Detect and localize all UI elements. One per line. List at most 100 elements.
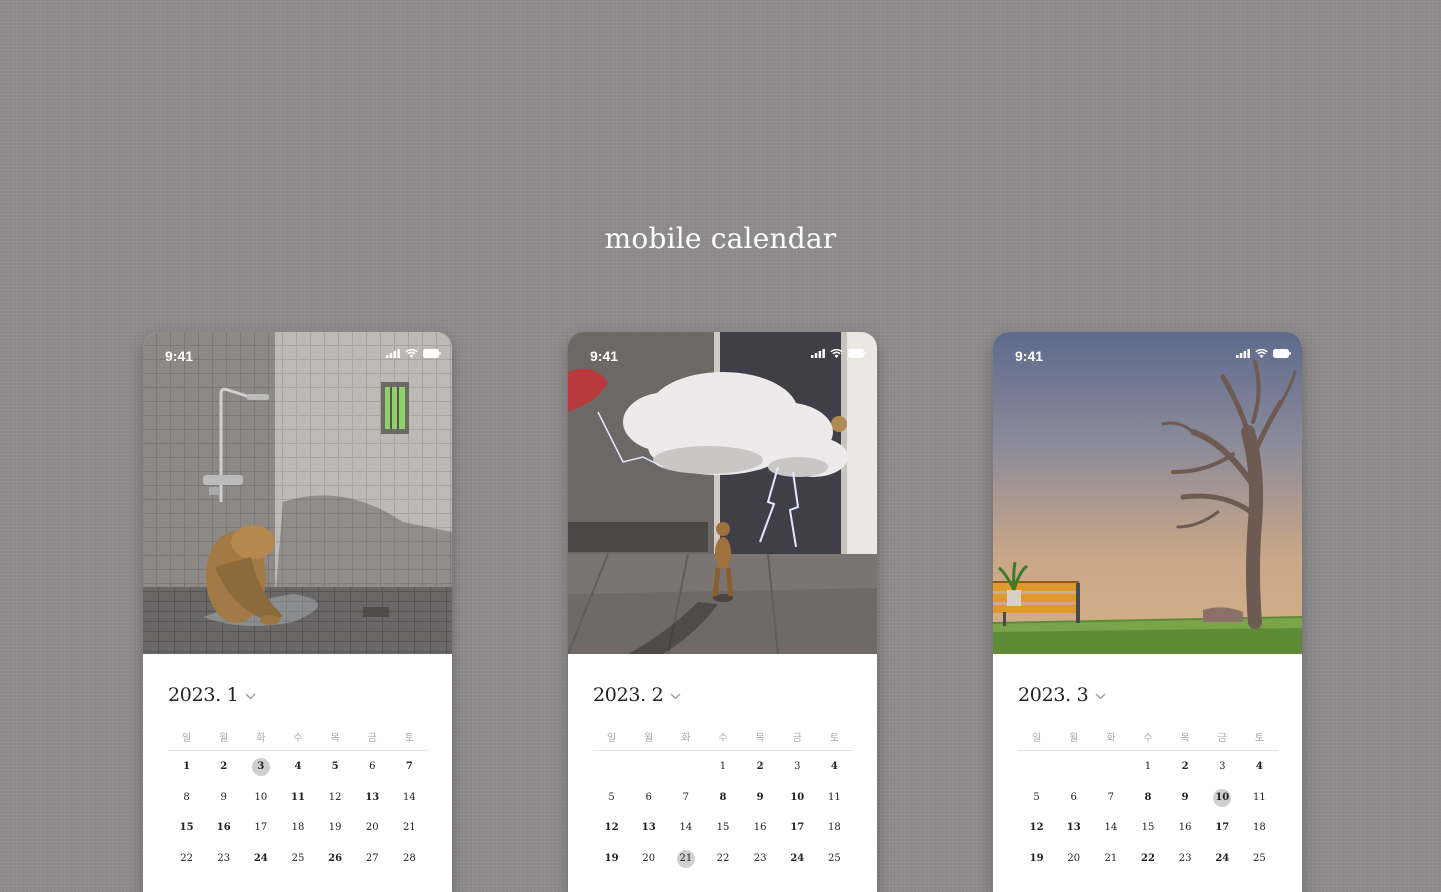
weekday-mon: 월 (1069, 733, 1079, 744)
month-selector[interactable]: 2023. 2 (593, 684, 681, 706)
day-cell[interactable]: 10 (779, 788, 816, 808)
weekday-header: 일 월 화 수 목 금 토 (1018, 729, 1278, 744)
day-cell[interactable]: 24 (779, 849, 816, 869)
day-cell[interactable]: 22 (1129, 849, 1166, 869)
day-cell[interactable]: 12 (593, 818, 630, 838)
day-cell[interactable]: 3 (779, 757, 816, 777)
day-cell-selected[interactable]: 21 (667, 849, 704, 869)
day-cell[interactable]: 24 (242, 849, 279, 869)
weekday-wed: 수 (1143, 733, 1153, 744)
day-cell[interactable]: 4 (816, 757, 853, 777)
day-cell[interactable]: 14 (1092, 818, 1129, 838)
day-cell[interactable]: 16 (205, 818, 242, 838)
day-cell-selected[interactable]: 3 (242, 757, 279, 777)
day-cell[interactable]: 25 (1241, 849, 1278, 869)
day-cell[interactable]: 7 (667, 788, 704, 808)
day-cell[interactable]: 17 (242, 818, 279, 838)
day-cell[interactable]: 5 (317, 757, 354, 777)
day-cell[interactable]: 13 (1055, 818, 1092, 838)
day-cell[interactable]: 7 (1092, 788, 1129, 808)
day-cell[interactable]: 4 (1241, 757, 1278, 777)
weekday-thu: 목 (1180, 733, 1190, 744)
day-cell[interactable]: 9 (742, 788, 779, 808)
day-cell[interactable]: 8 (704, 788, 741, 808)
weekday-tue: 화 (1106, 733, 1116, 744)
day-cell[interactable]: 3 (1204, 757, 1241, 777)
day-cell[interactable]: 12 (317, 788, 354, 808)
day-cell[interactable]: 19 (593, 849, 630, 869)
day-cell[interactable]: 23 (1167, 849, 1204, 869)
day-cell[interactable]: 16 (742, 818, 779, 838)
day-cell[interactable]: 10 (242, 788, 279, 808)
day-cell[interactable]: 19 (1018, 849, 1055, 869)
day-cell[interactable]: 23 (205, 849, 242, 869)
day-cell[interactable]: 1 (704, 757, 741, 777)
day-cell[interactable]: 13 (354, 788, 391, 808)
day-cell[interactable]: 19 (317, 818, 354, 838)
day-cell[interactable]: 18 (1241, 818, 1278, 838)
day-cell[interactable]: 1 (1129, 757, 1166, 777)
day-cell[interactable]: 8 (168, 788, 205, 808)
week-row: 1234567 (168, 757, 428, 777)
day-cell[interactable]: 5 (593, 788, 630, 808)
day-cell[interactable]: 28 (391, 849, 428, 869)
day-cell[interactable]: 6 (354, 757, 391, 777)
day-cell[interactable]: 6 (1055, 788, 1092, 808)
day-cell[interactable]: 13 (630, 818, 667, 838)
day-cell[interactable]: 25 (816, 849, 853, 869)
battery-icon (423, 349, 441, 358)
day-cell[interactable]: 18 (816, 818, 853, 838)
day-cell[interactable]: 7 (391, 757, 428, 777)
weekday-thu: 목 (755, 733, 765, 744)
month-selector[interactable]: 2023. 3 (1018, 684, 1106, 706)
day-cell[interactable]: 2 (205, 757, 242, 777)
day-cell[interactable]: 20 (354, 818, 391, 838)
day-cell-selected[interactable]: 10 (1204, 788, 1241, 808)
day-cell[interactable]: 21 (1092, 849, 1129, 869)
day-cell (1055, 757, 1092, 777)
day-cell[interactable]: 14 (391, 788, 428, 808)
day-cell[interactable]: 15 (704, 818, 741, 838)
day-cell (630, 757, 667, 777)
day-cell[interactable]: 5 (1018, 788, 1055, 808)
day-cell[interactable]: 4 (279, 757, 316, 777)
day-cell[interactable]: 9 (205, 788, 242, 808)
illustration-bare-tree: 9:41 (993, 332, 1302, 654)
day-cell[interactable]: 15 (1129, 818, 1166, 838)
day-cell[interactable]: 23 (742, 849, 779, 869)
day-cell[interactable]: 18 (279, 818, 316, 838)
day-cell[interactable]: 11 (816, 788, 853, 808)
day-cell[interactable]: 26 (317, 849, 354, 869)
day-cell[interactable]: 15 (168, 818, 205, 838)
divider (1018, 750, 1278, 751)
month-selector[interactable]: 2023. 1 (168, 684, 256, 706)
day-cell[interactable]: 9 (1167, 788, 1204, 808)
day-cell[interactable]: 2 (1167, 757, 1204, 777)
phone-calendar-january: 9:41 2023. 1 일 월 화 수 목 금 토 1 2 3 4 5 6 7 8 9 10 11… (143, 332, 452, 892)
day-cell[interactable]: 22 (704, 849, 741, 869)
day-cell[interactable]: 11 (279, 788, 316, 808)
day-cell[interactable]: 12 (1018, 818, 1055, 838)
day-cell[interactable]: 16 (1167, 818, 1204, 838)
chevron-down-icon (1095, 693, 1106, 699)
day-cell[interactable]: 11 (1241, 788, 1278, 808)
day-cell[interactable]: 24 (1204, 849, 1241, 869)
day-cell[interactable]: 6 (630, 788, 667, 808)
day-cell[interactable]: 25 (279, 849, 316, 869)
day-cell[interactable]: 1 (168, 757, 205, 777)
battery-icon (848, 349, 866, 358)
day-cell[interactable]: 21 (391, 818, 428, 838)
divider (168, 750, 428, 751)
weekday-wed: 수 (718, 733, 728, 744)
day-cell[interactable]: 20 (630, 849, 667, 869)
day-cell[interactable]: 17 (779, 818, 816, 838)
weekday-fri: 금 (367, 733, 377, 744)
day-cell (667, 757, 704, 777)
day-cell[interactable]: 20 (1055, 849, 1092, 869)
day-cell[interactable]: 14 (667, 818, 704, 838)
day-cell[interactable]: 2 (742, 757, 779, 777)
day-cell[interactable]: 22 (168, 849, 205, 869)
day-cell[interactable]: 8 (1129, 788, 1166, 808)
day-cell[interactable]: 17 (1204, 818, 1241, 838)
day-cell[interactable]: 27 (354, 849, 391, 869)
